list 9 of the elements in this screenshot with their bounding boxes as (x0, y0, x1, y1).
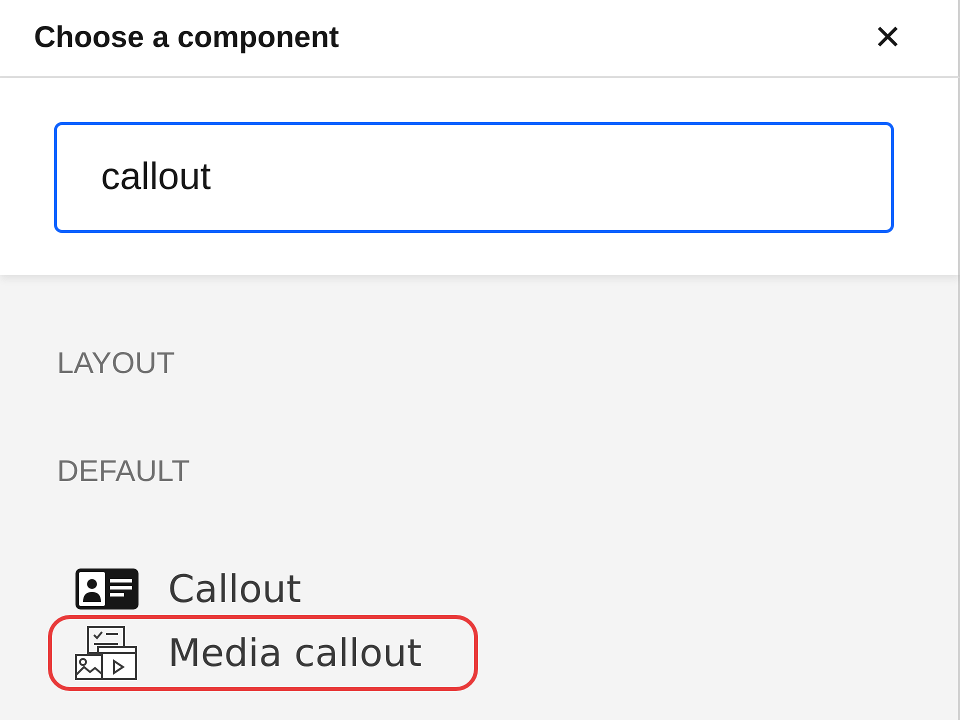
profile-card-icon (74, 567, 140, 611)
section-heading: DEFAULT (57, 455, 191, 490)
component-item[interactable]: Callout (168, 567, 302, 611)
component-item[interactable]: Media callout (168, 631, 422, 675)
media-layout-icon (74, 625, 140, 681)
dialog-title: Choose a component (34, 21, 340, 55)
close-button[interactable]: ✕ (874, 21, 902, 55)
search-field[interactable]: callout (54, 122, 894, 233)
section-heading: LAYOUT (57, 347, 176, 382)
